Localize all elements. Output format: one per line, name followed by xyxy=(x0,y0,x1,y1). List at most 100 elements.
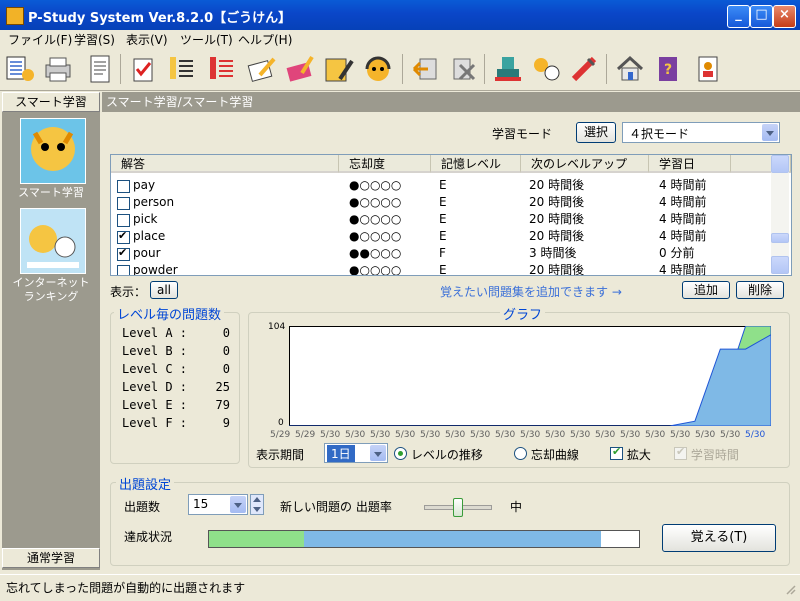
menu-study[interactable]: 学習(S) xyxy=(74,31,115,48)
home-icon[interactable] xyxy=(614,53,646,85)
row-checkbox[interactable] xyxy=(117,246,130,261)
x-axis-tick-label: 5/30 xyxy=(320,430,341,440)
col-answer[interactable]: 解答 xyxy=(111,155,339,173)
cell-level: E xyxy=(439,195,447,209)
settings-title: 出題設定 xyxy=(116,474,175,493)
scroll-up-icon[interactable] xyxy=(771,155,789,173)
minimize-button[interactable]: _ xyxy=(727,5,750,28)
user-card-icon[interactable] xyxy=(692,53,724,85)
table-scrollbar[interactable] xyxy=(771,155,789,274)
zoom-checkbox[interactable]: ✔ 拡大 xyxy=(610,445,651,463)
test-check-icon[interactable] xyxy=(128,53,160,85)
table-row[interactable]: place ●○○○○ E 20 時間後 4 時間前 xyxy=(111,228,771,245)
col-forget[interactable]: 忘却度 xyxy=(339,155,431,173)
help-book-icon[interactable]: ? xyxy=(652,53,684,85)
spin-down-icon[interactable] xyxy=(253,507,261,512)
period-label: 表示期間 xyxy=(256,448,305,462)
level-name: Level E : xyxy=(122,398,188,412)
level-count: 0 xyxy=(222,362,230,376)
cell-study-date: 0 分前 xyxy=(659,246,695,260)
scroll-thumb[interactable] xyxy=(771,233,789,243)
x-axis-tick-label: 5/30 xyxy=(445,430,466,440)
document-icon[interactable] xyxy=(84,53,116,85)
internet-ranking-icon[interactable] xyxy=(20,208,86,274)
normal-study-tab[interactable]: 通常学習 xyxy=(2,548,100,568)
col-next-level[interactable]: 次のレベルアップ xyxy=(521,155,649,173)
new-rate-slider-thumb[interactable] xyxy=(453,498,463,517)
row-checkbox[interactable] xyxy=(117,229,130,244)
problem-list-icon[interactable] xyxy=(4,53,36,85)
radio-level-trend[interactable]: レベルの推移 xyxy=(394,446,483,463)
table-row[interactable]: pay ●○○○○ E 20 時間後 4 時間前 xyxy=(111,177,771,194)
checkbox-checked-icon[interactable]: ✔ xyxy=(610,445,623,460)
cell-study-date: 4 時間前 xyxy=(659,178,707,192)
row-checkbox[interactable] xyxy=(117,197,130,210)
printer-icon[interactable] xyxy=(42,53,74,85)
cat-headphones-icon[interactable] xyxy=(362,53,394,85)
menu-help[interactable]: ヘルプ(H) xyxy=(238,31,292,48)
spin-up-icon[interactable] xyxy=(253,497,261,502)
chevron-down-icon[interactable] xyxy=(370,445,386,461)
radio-unselected-icon[interactable] xyxy=(514,447,527,460)
col-study-date[interactable]: 学習日 xyxy=(649,155,731,173)
add-button[interactable]: 追加 xyxy=(682,281,730,299)
col-memory-level[interactable]: 記憶レベル xyxy=(431,155,521,173)
close-button[interactable]: × xyxy=(773,5,796,28)
chevron-down-icon[interactable] xyxy=(230,496,246,513)
smart-study-cat-icon[interactable] xyxy=(20,118,86,184)
toolbar-separator xyxy=(402,54,403,84)
smart-study-tab[interactable]: スマート学習 xyxy=(2,92,100,112)
table-row[interactable]: person ●○○○○ E 20 時間後 4 時間前 xyxy=(111,194,771,211)
app-icon[interactable] xyxy=(6,7,24,25)
book-pencil-icon[interactable] xyxy=(284,53,316,85)
table-row[interactable]: powder ●○○○○ E 20 時間後 4 時間前 xyxy=(111,262,771,275)
row-checkbox[interactable] xyxy=(117,180,130,193)
chevron-down-icon[interactable] xyxy=(762,124,778,141)
status-text: 忘れてしまった問題が自動的に出題されます xyxy=(6,581,246,595)
x-axis-tick-label: 5/30 xyxy=(470,430,491,440)
cell-next-level: 20 時間後 xyxy=(529,212,585,226)
memorize-button[interactable]: 覚える(T) xyxy=(662,524,776,552)
row-checkbox[interactable] xyxy=(117,214,130,227)
menu-view[interactable]: 表示(V) xyxy=(126,31,168,48)
question-count-select[interactable]: 15 xyxy=(188,494,248,515)
level-count-row: Level D : 25 xyxy=(122,380,230,394)
stamp-icon[interactable] xyxy=(492,53,524,85)
show-all-button[interactable]: all xyxy=(150,281,178,299)
study-time-checkbox[interactable]: ✔ 学習時間 xyxy=(674,445,739,463)
x-axis-tick-label: 5/30 xyxy=(570,430,591,440)
red-list-icon[interactable] xyxy=(206,53,238,85)
remove-button[interactable]: 削除 xyxy=(736,281,784,299)
scroll-down-icon[interactable] xyxy=(771,256,789,274)
maximize-button[interactable]: □ xyxy=(750,5,773,28)
menu-file[interactable]: ファイル(F) xyxy=(8,31,72,48)
import-arrow-icon[interactable] xyxy=(410,53,442,85)
checkbox-disabled-icon[interactable]: ✔ xyxy=(674,445,687,460)
users-icon[interactable] xyxy=(530,53,562,85)
write-icon[interactable] xyxy=(246,53,278,85)
toolbar-separator xyxy=(606,54,607,84)
question-count-spinner[interactable] xyxy=(250,494,264,515)
toolbar-separator xyxy=(120,54,121,84)
export-arrow-icon[interactable] xyxy=(448,53,480,85)
row-checkbox[interactable] xyxy=(117,265,130,275)
list-pencil-icon[interactable] xyxy=(166,53,198,85)
level-count: 0 xyxy=(222,326,230,340)
select-mode-button[interactable]: 選択 xyxy=(576,122,616,143)
study-mode-select[interactable]: ４択モード xyxy=(622,122,780,143)
x-axis-tick-label: 5/30 xyxy=(720,430,741,440)
radio-selected-icon[interactable] xyxy=(394,447,407,460)
resize-grip-icon[interactable] xyxy=(784,583,796,595)
x-axis-tick-label: 5/30 xyxy=(520,430,541,440)
radio-forget-curve[interactable]: 忘却曲線 xyxy=(514,446,579,463)
graph-chart xyxy=(289,326,771,426)
period-select[interactable]: 1日 xyxy=(324,443,388,463)
title-bar[interactable]: P-Study System Ver.8.2.0【ごうけん】 _ □ × xyxy=(0,0,800,30)
table-row[interactable]: pour ●●○○○ F 3 時間後 0 分前 xyxy=(111,245,771,262)
tools-icon[interactable] xyxy=(568,53,600,85)
notebook-icon[interactable] xyxy=(322,53,354,85)
level-count-row: Level E : 79 xyxy=(122,398,230,412)
level-count-row: Level F : 9 xyxy=(122,416,230,430)
table-row[interactable]: pick ●○○○○ E 20 時間後 4 時間前 xyxy=(111,211,771,228)
menu-tools[interactable]: ツール(T) xyxy=(180,31,233,48)
